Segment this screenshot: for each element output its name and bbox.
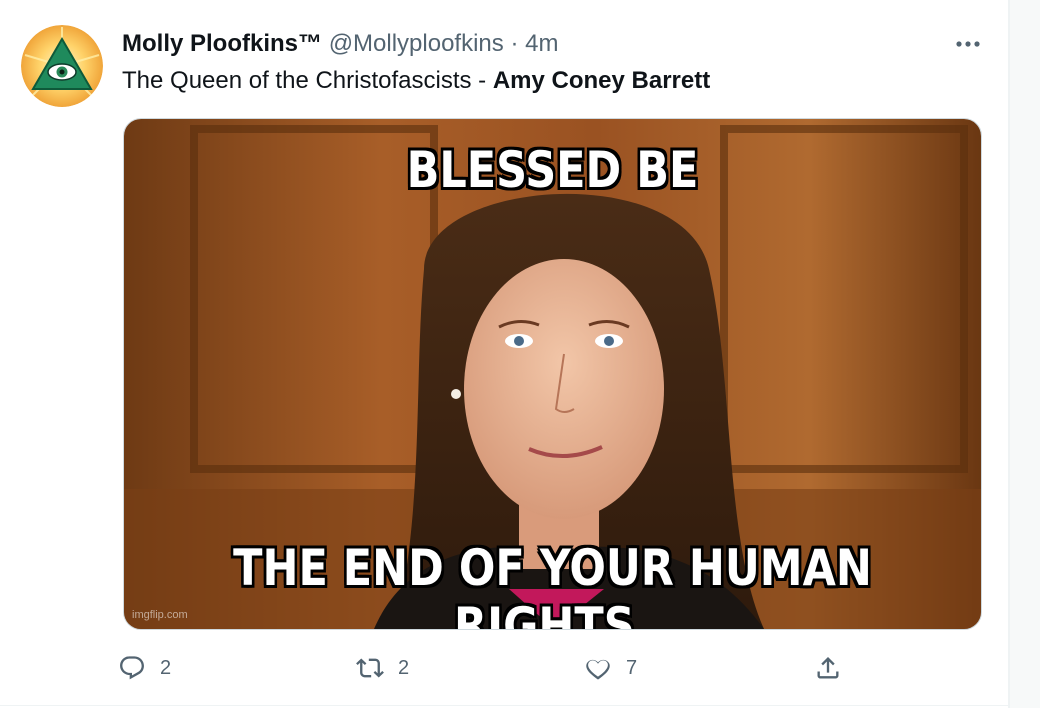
tweet-text-bold: Amy Coney Barrett	[492, 67, 711, 94]
retweet-button[interactable]: 2	[356, 648, 409, 688]
image-watermark: imgflip.com	[132, 609, 188, 621]
display-name[interactable]: Molly Ploofkins™	[122, 30, 322, 57]
retweet-icon	[356, 658, 384, 678]
tweet-actions: 2 2 7	[118, 648, 858, 688]
separator-dot: ·	[510, 30, 519, 57]
tweet-header: Molly Ploofkins™ @Mollyploofkins · 4m	[122, 30, 558, 58]
reply-count: 2	[160, 656, 172, 679]
heart-icon	[586, 659, 610, 680]
share-button[interactable]	[814, 648, 842, 688]
tweet-text: The Queen of the Christofascists - Amy C…	[122, 66, 710, 96]
avatar[interactable]	[21, 25, 103, 107]
like-button[interactable]: 7	[584, 648, 637, 688]
user-handle[interactable]: @Mollyploofkins	[329, 30, 504, 57]
reply-button[interactable]: 2	[118, 648, 171, 688]
timestamp[interactable]: 4m	[525, 30, 558, 57]
more-horizontal-icon	[956, 41, 980, 47]
share-icon	[817, 657, 839, 679]
tweet-divider	[0, 705, 1008, 706]
like-count: 7	[626, 656, 638, 679]
tweet[interactable]: Molly Ploofkins™ @Mollyploofkins · 4m Th…	[0, 0, 1008, 705]
retweet-count: 2	[398, 656, 410, 679]
sidebar-background	[1010, 0, 1040, 708]
tweet-text-plain: The Queen of the Christofascists -	[122, 67, 493, 94]
more-options-button[interactable]	[950, 30, 986, 58]
meme-top-caption: BLESSED BE	[406, 141, 699, 199]
tweet-media-image[interactable]: BLESSED BE THE END OF YOUR HUMAN RIGHTS.…	[123, 118, 982, 630]
reply-icon	[120, 656, 144, 680]
meme-bottom-caption: THE END OF YOUR HUMAN RIGHTS.	[233, 539, 872, 630]
all-seeing-eye-icon	[21, 25, 103, 107]
